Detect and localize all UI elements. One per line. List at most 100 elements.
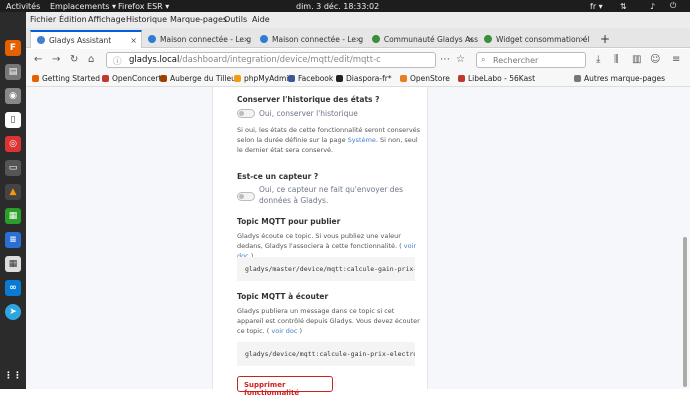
terminal-icon[interactable]: ▭ [5,160,21,176]
menu-bar: Fichier Édition Affichage Historique Mar… [26,12,690,28]
back-icon[interactable]: ← [34,54,42,65]
scrollbar[interactable] [683,237,687,387]
bookmark-icon [234,75,241,82]
home-icon[interactable]: ⌂ [88,54,94,65]
menu-edit[interactable]: Édition [59,15,87,24]
bookmark-item[interactable]: Auberge du Tilleul [160,74,238,83]
vlc-icon[interactable]: ▲ [5,184,21,200]
sidebar-icon[interactable]: ▥ [632,54,641,65]
network-icon[interactable]: ⇅ [620,2,627,11]
bookmark-label: Autres marque-pages [584,74,665,83]
bookmark-icon [336,75,343,82]
document-icon[interactable]: ▯ [5,112,21,128]
tab-communaute-gladys[interactable]: Communauté Gladys Ass × [366,30,478,48]
site-favicon [148,35,156,43]
bookmark-item[interactable]: OpenStore [400,74,450,83]
bookmark-icon [458,75,465,82]
listen-topic-field[interactable]: gladys/device/mqtt:calcule-gain-prix-ele… [237,342,415,366]
bookmark-star-icon[interactable]: ☆ [456,54,465,65]
close-tab-icon[interactable]: × [355,35,362,44]
new-tab-icon[interactable]: + [594,30,612,48]
tab-strip: Gladys Assistant × Maison connectée - Le… [26,28,690,48]
url-bar[interactable]: ⓘ gladys.local/dashboard/integration/dev… [106,52,436,68]
bookmark-item[interactable]: Diaspora-fr* [336,74,392,83]
sensor-toggle[interactable] [237,192,255,201]
page-content: Conserver l'historique des états ? Oui, … [26,87,690,397]
tab-maison-connectee-1[interactable]: Maison connectée - Le g × [142,30,254,48]
publish-topic-field[interactable]: gladys/master/device/mqtt:calcule-gain-p… [237,257,415,281]
menu-view[interactable]: Affichage [88,15,126,24]
history-help: Si oui, les états de cette fonctionnalit… [237,125,422,155]
history-toggle[interactable] [237,109,255,118]
menu-help[interactable]: Aide [252,15,270,24]
bookmark-item[interactable]: LibeLabo - 56Kast [458,74,535,83]
activities-button[interactable]: Activités [6,2,40,11]
dock: F ▤ ◉ ▯ ◎ ▭ ▲ ▦ ≡ ▦ ∞ ➤ ⋮⋮ [0,12,26,389]
camera-icon[interactable]: ◉ [5,88,21,104]
writer-icon[interactable]: ≡ [5,232,21,248]
search-input[interactable]: ⌕ Rechercher [476,52,586,68]
sensor-title: Est-ce un capteur ? [237,172,319,181]
tab-gladys-assistant[interactable]: Gladys Assistant × [30,30,142,48]
listen-help-text: Gladys publiera un message dans ce topic… [237,307,420,335]
system-link[interactable]: Système [348,136,376,144]
bookmark-folder[interactable]: Autres marque-pages [574,74,665,83]
search-placeholder: Rechercher [493,56,539,65]
bookmark-item[interactable]: OpenConcerto [102,74,166,83]
close-tab-icon[interactable]: × [579,35,586,44]
listen-topic-title: Topic MQTT à écouter [237,292,329,301]
bookmark-label: phpMyAdmin [244,74,294,83]
calculator-icon[interactable]: ▦ [5,256,21,272]
close-tab-icon[interactable]: × [243,35,250,44]
bookmark-item[interactable]: Getting Started [32,74,100,83]
downloads-icon[interactable]: ⤓ [596,54,600,65]
help-icon[interactable]: ◎ [5,136,21,152]
app-grid-icon[interactable]: ⋮⋮ [4,368,22,384]
publish-help-text: Gladys écoute ce topic. Si vous publiez … [237,232,402,250]
info-icon[interactable]: ⓘ [113,55,122,67]
delete-feature-button[interactable]: Supprimer fonctionnalité [237,376,333,397]
gladys-favicon [37,36,45,44]
bookmark-label: OpenConcerto [112,74,166,83]
nextcloud-icon[interactable]: ∞ [5,280,21,296]
tab-label: Maison connectée - Le g [160,34,252,44]
places-menu[interactable]: Emplacements ▾ [50,2,116,11]
sensor-toggle-label[interactable]: Oui, ce capteur ne fait qu'envoyer des d… [259,184,424,206]
tab-label: Maison connectée - Le g [272,34,364,44]
listen-doc-link[interactable]: voir doc [271,327,297,335]
bookmark-label: Facebook [298,74,334,83]
firefox-icon[interactable]: F [5,40,21,56]
bookmark-label: OpenStore [410,74,450,83]
history-toggle-label[interactable]: Oui, conserver l'historique [259,108,358,119]
tab-widget-consommation[interactable]: Widget consommation él × [478,30,590,48]
close-tab-icon[interactable]: × [130,36,137,45]
menu-file[interactable]: Fichier [30,15,56,24]
close-tab-icon[interactable]: × [467,35,474,44]
page-actions-icon[interactable]: ⋯ [440,54,450,65]
files-icon[interactable]: ▤ [5,64,21,80]
tab-label: Widget consommation él [496,34,590,44]
language-indicator[interactable]: fr ▾ [590,2,603,11]
bookmark-icon [288,75,295,82]
clock[interactable]: dim. 3 déc. 18:33:02 [296,2,379,11]
bookmark-item[interactable]: Facebook [288,74,333,83]
app-menu[interactable]: Firefox ESR ▾ [118,2,169,11]
telegram-icon[interactable]: ➤ [5,304,21,320]
tab-maison-connectee-2[interactable]: Maison connectée - Le g × [254,30,366,48]
bookmark-label: Getting Started [42,74,100,83]
volume-icon[interactable]: ♪ [650,2,655,11]
calc-icon[interactable]: ▦ [5,208,21,224]
bookmark-item[interactable]: phpMyAdmin [234,74,293,83]
library-icon[interactable]: ⫼ [614,54,619,65]
account-icon[interactable]: ☺ [650,54,660,65]
menu-bookmarks[interactable]: Marque-pages [170,15,227,24]
bookmark-icon [160,75,167,82]
menu-history[interactable]: Historique [126,15,167,24]
forward-icon[interactable]: → [52,54,60,65]
menu-tools[interactable]: Outils [224,15,247,24]
power-icon[interactable]: ⏻ [670,1,676,11]
hamburger-menu-icon[interactable]: ≡ [672,54,680,65]
bookmark-icon [400,75,407,82]
reload-icon[interactable]: ↻ [70,54,78,65]
tab-label: Communauté Gladys Ass [383,34,478,44]
